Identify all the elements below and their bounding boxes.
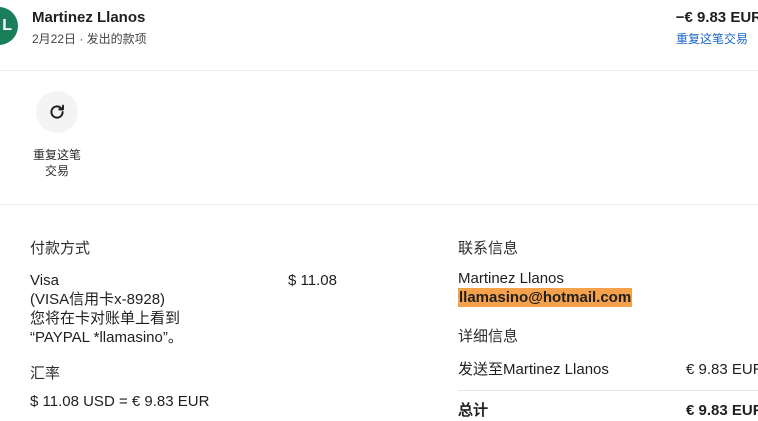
contact-name: Martinez Llanos (458, 270, 564, 287)
repeat-transaction-link[interactable]: 重复这笔交易 (676, 30, 748, 47)
action-bar: 重复这笔 交易 (0, 71, 758, 205)
payment-method-section: 付款方式 Visa (VISA信用卡x-8928) 您将在卡对账单上看到 “PA… (30, 237, 390, 410)
payment-method-amount: $ 11.08 (288, 272, 337, 289)
total-label: 总计 (458, 402, 489, 419)
avatar: L (0, 7, 18, 45)
sent-to-label: 发送至Martinez Llanos (458, 361, 609, 378)
transaction-amount: −€ 9.83 EUR (675, 9, 758, 26)
sent-to-row: 发送至Martinez Llanos € 9.83 EUR (458, 350, 758, 391)
exchange-rate-title: 汇率 (30, 365, 61, 382)
repeat-button-circle[interactable] (36, 91, 78, 133)
merchant-name: Martinez Llanos (32, 9, 146, 26)
transaction-header: L Martinez Llanos 2月22日 · 发出的款项 −€ 9.83 … (0, 0, 758, 71)
total-row: 总计 € 9.83 EUR (458, 391, 758, 421)
contact-info-title: 联系信息 (458, 240, 519, 257)
repeat-transaction-label: 重复这笔 交易 (32, 148, 81, 178)
payment-method-title: 付款方式 (30, 240, 91, 257)
exchange-rate-value: $ 11.08 USD = € 9.83 EUR (30, 393, 210, 410)
total-value: € 9.83 EUR (686, 402, 758, 419)
contact-details-section: 联系信息 Martinez Llanos llamasino@hotmail.c… (458, 237, 758, 421)
repeat-transaction-button[interactable]: 重复这笔 交易 (24, 91, 90, 179)
details-title: 详细信息 (458, 328, 519, 345)
payment-method-row: Visa (VISA信用卡x-8928) 您将在卡对账单上看到 “PAYPAL … (30, 271, 390, 347)
refresh-icon (50, 104, 64, 119)
transaction-date-type: 2月22日 · 发出的款项 (32, 32, 147, 46)
transaction-details-page: L Martinez Llanos 2月22日 · 发出的款项 −€ 9.83 … (0, 0, 758, 421)
contact-email[interactable]: llamasino@hotmail.com (458, 288, 633, 307)
sent-to-value: € 9.83 EUR (686, 361, 758, 378)
